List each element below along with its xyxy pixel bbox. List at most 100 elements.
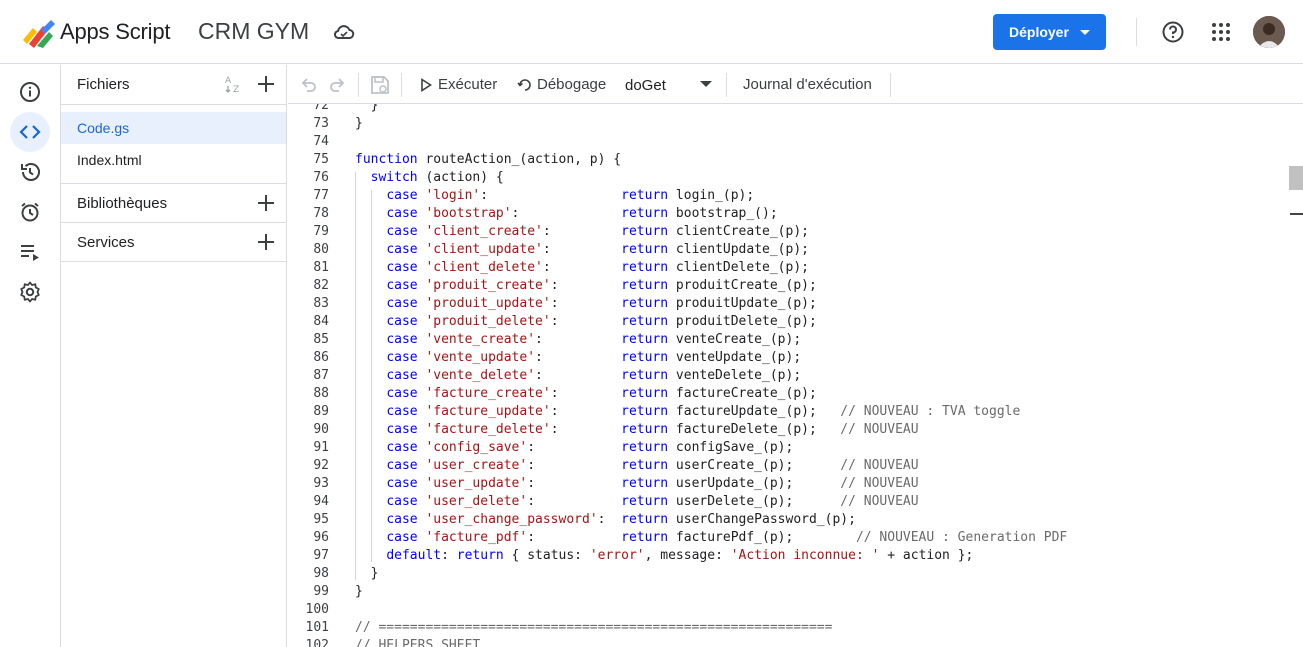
code-line[interactable]: 99} bbox=[288, 583, 1288, 601]
line-number: 97 bbox=[313, 548, 329, 563]
code-line[interactable]: 91 case 'config_save': return configSave… bbox=[288, 439, 1288, 457]
code-line[interactable]: 93 case 'user_update': return userUpdate… bbox=[288, 475, 1288, 493]
dropdown-arrow-icon bbox=[1080, 30, 1090, 35]
line-code: // HELPERS SHEET bbox=[355, 638, 481, 647]
avatar-picture-icon bbox=[1253, 16, 1285, 48]
line-code: case 'client_delete': return clientDelet… bbox=[386, 260, 809, 275]
undo-icon[interactable] bbox=[300, 76, 318, 94]
function-select[interactable]: doGet bbox=[625, 76, 715, 96]
line-code: case 'facture_delete': return factureDel… bbox=[386, 422, 919, 437]
code-line[interactable]: 85 case 'vente_create': return venteCrea… bbox=[288, 331, 1288, 349]
toolbar-divider bbox=[726, 73, 727, 97]
line-number: 83 bbox=[313, 296, 329, 311]
line-code: case 'facture_update': return factureUpd… bbox=[386, 404, 1021, 419]
code-line[interactable]: 76 switch (action) { bbox=[288, 169, 1288, 187]
code-line[interactable]: 86 case 'vente_update': return venteUpda… bbox=[288, 349, 1288, 367]
overview-rail-button[interactable] bbox=[10, 72, 50, 112]
top-bar: Apps Script CRM GYM Déployer bbox=[0, 0, 1303, 64]
code-line[interactable]: 101 // ==================================… bbox=[288, 619, 1288, 637]
code-line[interactable]: 87 case 'vente_delete': return venteDele… bbox=[288, 367, 1288, 385]
help-icon[interactable] bbox=[1161, 20, 1185, 44]
code-line[interactable]: 72 } bbox=[288, 104, 1288, 115]
run-label: Exécuter bbox=[438, 76, 498, 93]
save-icon[interactable] bbox=[369, 74, 391, 96]
code-line[interactable]: 90 case 'facture_delete': return facture… bbox=[288, 421, 1288, 439]
function-select-value: doGet bbox=[625, 77, 666, 94]
line-number: 86 bbox=[313, 350, 329, 365]
line-code: case 'vente_update': return venteUpdate_… bbox=[386, 350, 802, 365]
line-number: 93 bbox=[313, 476, 329, 491]
line-number: 87 bbox=[313, 368, 329, 383]
code-line[interactable]: 80 case 'client_update': return clientUp… bbox=[288, 241, 1288, 259]
code-line[interactable]: 79 case 'client_create': return clientCr… bbox=[288, 223, 1288, 241]
code-line[interactable]: 89 case 'facture_update': return facture… bbox=[288, 403, 1288, 421]
line-number: 84 bbox=[313, 314, 329, 329]
line-number: 101 bbox=[305, 620, 329, 635]
apps-script-logo-icon bbox=[23, 20, 55, 48]
code-line[interactable]: 102 // HELPERS SHEET bbox=[288, 637, 1288, 647]
code-editor[interactable]: 72 } 73} 74 75 function routeAction_(action,… bbox=[288, 104, 1303, 647]
add-file-icon[interactable] bbox=[257, 75, 275, 93]
files-header: Fichiers A Z bbox=[61, 65, 287, 104]
code-line[interactable]: 97 default: return { status: 'error', me… bbox=[288, 547, 1288, 565]
account-avatar[interactable] bbox=[1253, 16, 1285, 48]
executions-rail-button[interactable] bbox=[10, 232, 50, 272]
code-line[interactable]: 83 case 'produit_update': return produit… bbox=[288, 295, 1288, 313]
line-code: } bbox=[355, 566, 379, 581]
code-line[interactable]: 77 case 'login': return login_(p); bbox=[288, 187, 1288, 205]
add-library-icon[interactable] bbox=[257, 194, 275, 212]
debug-icon bbox=[517, 79, 531, 91]
file-name: Code.gs bbox=[77, 120, 130, 136]
code-line[interactable]: 88 case 'facture_create': return facture… bbox=[288, 385, 1288, 403]
code-icon bbox=[19, 125, 41, 139]
editor-rail-button[interactable] bbox=[10, 112, 50, 152]
project-name[interactable]: CRM GYM bbox=[198, 18, 309, 45]
line-code: case 'user_create': return userCreate_(p… bbox=[386, 458, 919, 473]
svg-text:Z: Z bbox=[233, 85, 239, 94]
line-number: 77 bbox=[313, 188, 329, 203]
code-line[interactable]: 84 case 'produit_delete': return produit… bbox=[288, 313, 1288, 331]
line-number: 76 bbox=[313, 170, 329, 185]
code-line[interactable]: 74 bbox=[288, 133, 1288, 151]
redo-icon[interactable] bbox=[328, 76, 346, 94]
line-code: case 'produit_update': return produitUpd… bbox=[386, 296, 817, 311]
code-line[interactable]: 75 function routeAction_(action, p) { bbox=[288, 151, 1288, 169]
code-line[interactable]: 100 bbox=[288, 601, 1288, 619]
line-number: 89 bbox=[313, 404, 329, 419]
settings-rail-button[interactable] bbox=[10, 272, 50, 312]
code-line[interactable]: 81 case 'client_delete': return clientDe… bbox=[288, 259, 1288, 277]
toolbar-divider bbox=[358, 73, 359, 97]
file-item-code-gs[interactable]: Code.gs bbox=[61, 112, 286, 144]
cloud-saved-icon[interactable] bbox=[333, 22, 355, 42]
code-line[interactable]: 94 case 'user_delete': return userDelete… bbox=[288, 493, 1288, 511]
triggers-rail-button[interactable] bbox=[10, 192, 50, 232]
line-number: 100 bbox=[305, 602, 329, 617]
sort-az-icon[interactable]: A Z bbox=[224, 74, 244, 94]
versions-rail-button[interactable] bbox=[10, 152, 50, 192]
line-code: case 'user_update': return userUpdate_(p… bbox=[386, 476, 919, 491]
code-line[interactable]: 95 case 'user_change_password': return u… bbox=[288, 511, 1288, 529]
play-icon bbox=[421, 78, 432, 92]
code-line[interactable]: 82 case 'produit_create': return produit… bbox=[288, 277, 1288, 295]
execution-log-button[interactable]: Journal d'exécution bbox=[743, 76, 872, 93]
line-code: } bbox=[355, 104, 379, 113]
file-item-index-html[interactable]: Index.html bbox=[61, 144, 286, 176]
line-number: 91 bbox=[313, 440, 329, 455]
code-line[interactable]: 78 case 'bootstrap': return bootstrap_()… bbox=[288, 205, 1288, 223]
code-line[interactable]: 98 } bbox=[288, 565, 1288, 583]
code-line[interactable]: 73} bbox=[288, 115, 1288, 133]
files-panel: Fichiers A Z Code.gs Index.html Biblioth… bbox=[61, 65, 287, 647]
deploy-button[interactable]: Déployer bbox=[993, 14, 1106, 50]
indent-guide bbox=[371, 190, 372, 562]
alarm-icon bbox=[21, 202, 39, 222]
editor-scrollbar-thumb[interactable] bbox=[1289, 166, 1303, 190]
add-service-icon[interactable] bbox=[257, 233, 275, 251]
code-line[interactable]: 92 case 'user_create': return userCreate… bbox=[288, 457, 1288, 475]
line-number: 72 bbox=[313, 104, 329, 113]
toolbar-divider bbox=[401, 73, 402, 97]
line-number: 81 bbox=[313, 260, 329, 275]
line-number: 78 bbox=[313, 206, 329, 221]
google-apps-icon[interactable] bbox=[1211, 22, 1231, 42]
code-line[interactable]: 96 case 'facture_pdf': return facturePdf… bbox=[288, 529, 1288, 547]
debug-label: Débogage bbox=[537, 76, 607, 93]
